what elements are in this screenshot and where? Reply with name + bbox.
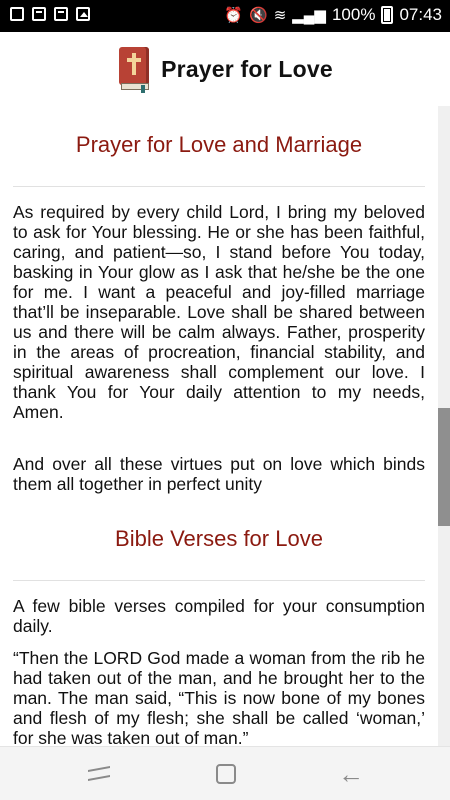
status-right-icons: ⏰ 🔇 ≋ ▂▄▆ 100% 07:43	[224, 5, 442, 25]
bible-book-icon	[117, 47, 151, 93]
mute-icon: 🔇	[249, 7, 268, 24]
signal-icon: ▂▄▆	[292, 7, 326, 24]
divider	[13, 186, 425, 187]
scroll-content[interactable]: Prayer for Love and Marriage As required…	[0, 106, 438, 746]
document-icon	[54, 7, 68, 21]
section-title: Bible Verses for Love	[115, 526, 323, 551]
verse-paragraph: “Then the LORD God made a woman from the…	[13, 648, 425, 746]
verse-intro-paragraph: A few bible verses compiled for your con…	[13, 596, 425, 636]
image-icon	[76, 7, 90, 21]
status-bar: ⏰ 🔇 ≋ ▂▄▆ 100% 07:43	[0, 0, 450, 32]
app-title: Prayer for Love	[161, 55, 333, 82]
divider	[13, 580, 425, 581]
home-icon[interactable]	[212, 761, 240, 787]
prayer-paragraph: As required by every child Lord, I bring…	[13, 202, 425, 422]
battery-percent: 100%	[331, 5, 376, 24]
back-icon[interactable]: ←	[337, 761, 365, 787]
app-icon	[32, 7, 46, 21]
battery-icon	[381, 6, 394, 24]
scrollbar-thumb[interactable]	[438, 408, 450, 526]
navigation-bar: ←	[0, 746, 450, 800]
app-header: Prayer for Love	[0, 32, 450, 106]
prayer-paragraph: And over all these virtues put on love w…	[13, 454, 425, 494]
alarm-icon: ⏰	[224, 7, 243, 24]
status-left-icons	[10, 7, 90, 21]
section-title: Prayer for Love and Marriage	[75, 132, 363, 157]
status-time: 07:43	[399, 5, 442, 24]
notification-icon	[10, 7, 24, 21]
wifi-icon: ≋	[273, 7, 287, 24]
recent-apps-icon[interactable]	[86, 761, 114, 787]
